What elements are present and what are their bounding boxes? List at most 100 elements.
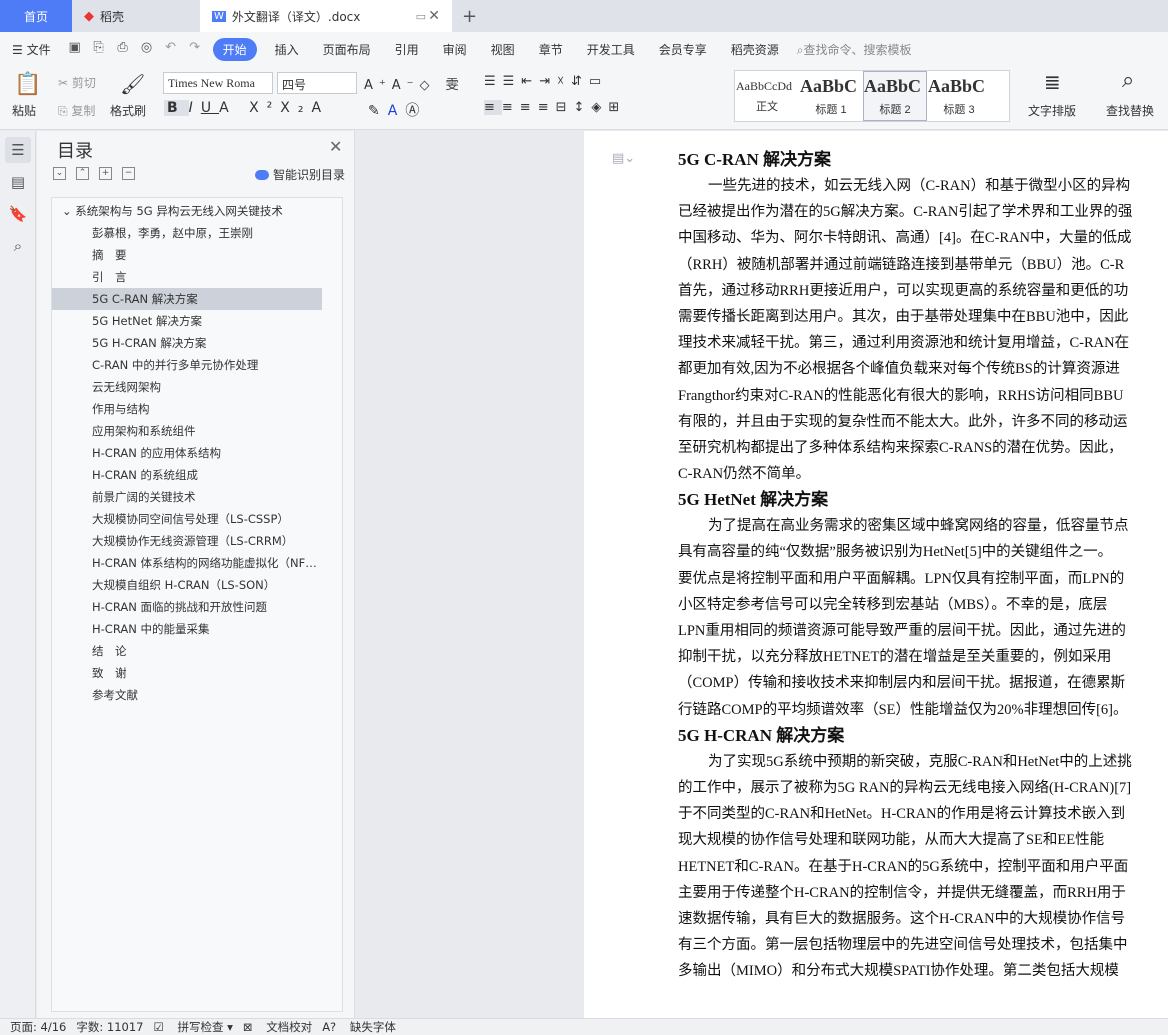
style-heading3[interactable]: AaBbC 标题 3	[927, 71, 991, 121]
menu-member[interactable]: 会员专享	[647, 41, 719, 58]
cut-button[interactable]: ✂ 剪切	[58, 74, 96, 91]
style-heading1[interactable]: AaBbC 标题 1	[799, 71, 863, 121]
format-painter-icon[interactable]: 🖌	[120, 72, 145, 96]
cut-label: 剪切	[71, 76, 96, 90]
menu-insert[interactable]: 插入	[263, 41, 311, 58]
collapse-all-icon[interactable]: ⌃	[76, 167, 89, 180]
text-layout-icon[interactable]: ≣	[1044, 70, 1061, 94]
missing-font-label: 缺失字体	[349, 1020, 396, 1034]
style-heading2[interactable]: AaBbC 标题 2	[863, 71, 927, 121]
toc-panel-icon[interactable]: ☰	[5, 137, 31, 163]
find-icon[interactable]: ⌕	[1122, 68, 1134, 93]
copy-button[interactable]: ⎘ 复制	[58, 102, 95, 119]
menu-developer[interactable]: 开发工具	[575, 41, 647, 58]
text-layout-button[interactable]: 文字排版	[1028, 102, 1076, 119]
tab-daoke[interactable]: ◆ 稻壳	[72, 0, 200, 32]
document-body[interactable]: 5G C-RAN 解决方案 一些先进的技术，如云无线入网（C-RAN）和基于微型小…	[678, 147, 1168, 984]
font-tools-row[interactable]: A⁺A⁻◇ 雯	[364, 74, 465, 93]
tab-home[interactable]: 首页	[0, 0, 72, 32]
word-count[interactable]: 字数: 11017	[76, 1019, 143, 1035]
command-search[interactable]: ⌕查找命令、搜索模板	[797, 41, 912, 58]
toc-item[interactable]: 摘 要	[52, 244, 322, 266]
toc-item[interactable]: 大规模协作无线资源管理（LS-CRRM）	[52, 530, 322, 552]
toc-item[interactable]: 结 论	[52, 640, 322, 662]
window-mode-icon[interactable]: ▭	[416, 10, 426, 23]
smart-toc-button[interactable]: 智能识别目录	[255, 166, 345, 183]
toc-item[interactable]: 引 言	[52, 266, 322, 288]
toc-item[interactable]: H-CRAN 的应用体系结构	[52, 442, 322, 464]
toc-item[interactable]: 参考文献	[52, 684, 322, 706]
toc-item[interactable]: H-CRAN 的系统组成	[52, 464, 322, 486]
format-painter-button[interactable]: 格式刷	[110, 102, 146, 119]
expand-all-icon[interactable]: ⌄	[53, 167, 66, 180]
toc-item[interactable]: C-RAN 中的并行多单元协作处理	[52, 354, 322, 376]
redo-icon[interactable]: ↷	[186, 40, 204, 58]
toc-item[interactable]: 5G H-CRAN 解决方案	[52, 332, 322, 354]
preview-icon[interactable]: ◎	[138, 40, 156, 58]
paste-button[interactable]: 粘贴	[12, 102, 36, 119]
menu-file[interactable]: ☰ 文件	[0, 41, 63, 58]
paragraph-line: 于不同类型的C-RAN和HetNet。H-CRAN的作用是将云计算技术嵌入到	[678, 806, 1126, 823]
align-tools-row[interactable]: ≡≡≡≡⊟↕◈⊞	[484, 100, 626, 115]
style-normal[interactable]: AaBbCcDd 正文	[735, 71, 799, 121]
add-heading-icon[interactable]: +	[99, 167, 112, 180]
save-icon[interactable]: ▣	[66, 40, 84, 58]
proofread[interactable]: ⊠ 文档校对	[243, 1019, 312, 1035]
style-gallery: AaBbCcDd 正文 AaBbC 标题 1 AaBbC 标题 2 AaBbC 标题 3	[734, 70, 1010, 122]
new-tab-button[interactable]: +	[452, 0, 487, 32]
list-tools-row[interactable]: ☰☰⇤⇥☓⇵▭	[484, 74, 608, 89]
paste-icon[interactable]: 📋	[14, 72, 41, 97]
paragraph-line: 行链路COMP的平均频谱效率（SE）性能增益仅为20%非理想回传[6]。	[678, 701, 1128, 718]
search-panel-icon[interactable]: ⌕	[5, 233, 31, 259]
menu-file-label: 文件	[26, 42, 51, 57]
text-format-row[interactable]: B IUA X²X₂A	[164, 100, 329, 116]
spell-check[interactable]: ☑ 拼写检查 ▾	[153, 1019, 232, 1035]
toc-item[interactable]: 致 谢	[52, 662, 322, 684]
menu-references[interactable]: 引用	[383, 41, 431, 58]
missing-font[interactable]: A? 缺失字体	[322, 1019, 396, 1035]
toc-list: ⌄ 系统架构与 5G 异构云无线入网关键技术 彭慕根，李勇，赵中原，王崇刚摘 要引…	[51, 197, 343, 1012]
paragraph-marker-icon[interactable]: ▤⌄	[612, 151, 635, 166]
find-replace-button[interactable]: 查找替换	[1106, 102, 1154, 119]
menu-review[interactable]: 审阅	[431, 41, 479, 58]
page-indicator[interactable]: 页面: 4/16	[10, 1019, 66, 1035]
close-tab-icon[interactable]: ✕	[428, 8, 440, 24]
document-page[interactable]: ▤⌄ 5G C-RAN 解决方案 一些先进的技术，如云无线入网（C-RAN）和基于…	[584, 131, 1168, 1018]
toc-item[interactable]: H-CRAN 面临的挑战和开放性问题	[52, 596, 322, 618]
undo-icon[interactable]: ↶	[162, 40, 180, 58]
color-tools-row[interactable]: ✎AⒶ	[368, 100, 427, 120]
toc-item[interactable]: 应用架构和系统组件	[52, 420, 322, 442]
paragraph-line: 首先，通过移动RRH更接近用户，可以实现更高的系统容量和更低的功	[678, 282, 1129, 299]
page-gutter	[356, 131, 584, 1018]
tab-document[interactable]: W 外文翻译（译文）.docx ▭ ✕	[200, 0, 452, 32]
spell-check-label: 拼写检查	[177, 1020, 224, 1034]
bookmark-icon[interactable]: 🔖	[5, 201, 31, 227]
remove-heading-icon[interactable]: −	[122, 167, 135, 180]
toc-item[interactable]: 5G C-RAN 解决方案	[52, 288, 322, 310]
menu-chapter[interactable]: 章节	[527, 41, 575, 58]
paragraph-line: 中国移动、华为、阿尔卡特朗讯、高通）[4]。在C-RAN中，大量的低成	[678, 230, 1132, 247]
toc-item[interactable]: 云无线网架构	[52, 376, 322, 398]
menu-layout[interactable]: 页面布局	[311, 41, 383, 58]
toc-item[interactable]: 大规模自组织 H-CRAN（LS-SON）	[52, 574, 322, 596]
font-size-select[interactable]: 四号	[277, 72, 357, 94]
toc-item[interactable]: 作用与结构	[52, 398, 322, 420]
font-name-select[interactable]: Times New Roma	[163, 72, 273, 94]
toc-item[interactable]: 彭慕根，李勇，赵中原，王崇刚	[52, 222, 322, 244]
toc-item[interactable]: 大规模协同空间信号处理（LS-CSSP）	[52, 508, 322, 530]
menu-start[interactable]: 开始	[212, 37, 257, 61]
print-icon[interactable]: ⎙	[114, 40, 132, 58]
close-icon[interactable]: ✕	[329, 137, 342, 156]
paragraph-line: 都更加有效,因为不必根据各个峰值负载来对每个传统BS的计算资源进	[678, 361, 1120, 378]
toc-item[interactable]: H-CRAN 中的能量采集	[52, 618, 322, 640]
toc-item[interactable]: H-CRAN 体系结构的网络功能虚拟化（NFV）	[52, 552, 322, 574]
toc-item-root[interactable]: ⌄ 系统架构与 5G 异构云无线入网关键技术	[52, 200, 322, 222]
toc-item[interactable]: 前景广阔的关键技术	[52, 486, 322, 508]
toc-title: 目录	[57, 141, 93, 162]
menu-view[interactable]: 视图	[479, 41, 527, 58]
export-icon[interactable]: ⎘	[90, 40, 108, 58]
chapter-nav-icon[interactable]: ▤	[5, 169, 31, 195]
toc-item[interactable]: 5G HetNet 解决方案	[52, 310, 322, 332]
menu-daoke-resources[interactable]: 稻壳资源	[719, 41, 791, 58]
proofread-label: 文档校对	[266, 1020, 313, 1034]
